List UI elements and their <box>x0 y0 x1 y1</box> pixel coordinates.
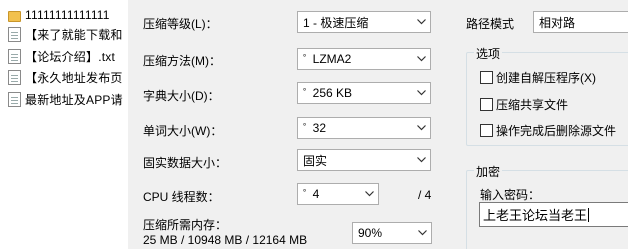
password-input[interactable]: 上老王论坛当老王 <box>479 202 628 227</box>
compression-dialog: 压缩等级(L)： 1 - 极速压缩 压缩方法(M)： LZMA2 字典大小(D)… <box>128 0 628 249</box>
file-name: 【永久地址发布页 <box>25 70 123 85</box>
file-name: 最新地址及APP请 <box>25 92 123 107</box>
compression-level-value: 1 - 极速压缩 <box>303 15 369 30</box>
chevron-down-icon <box>412 12 430 32</box>
solid-block-size-label: 固实数据大小： <box>143 156 228 170</box>
chevron-down-icon <box>412 83 430 103</box>
cpu-threads-select[interactable]: 4 <box>297 183 379 205</box>
memory-usage-values: 25 MB / 10948 MB / 12164 MB <box>143 233 308 247</box>
options-group-title: 选项 <box>474 45 503 62</box>
file-item-4[interactable]: 最新地址及APP请 <box>8 90 130 108</box>
chevron-down-icon <box>413 223 431 243</box>
document-icon <box>8 69 21 85</box>
document-icon <box>8 26 21 42</box>
delete-after-checkbox-label: 操作完成后删除源文件 <box>496 124 617 138</box>
file-name: 【来了就能下载和 <box>25 27 123 42</box>
document-icon <box>8 48 21 64</box>
file-list: 11111111111111 【来了就能下载和 【论坛介绍】.txt 【永久地址… <box>0 0 128 249</box>
memory-usage-percent-select[interactable]: 90% <box>352 222 432 244</box>
compression-method-select[interactable]: LZMA2 <box>297 48 431 70</box>
compression-level-label: 压缩等级(L)： <box>143 17 218 31</box>
password-label: 输入密码： <box>480 188 541 202</box>
solid-block-size-select[interactable]: 固实 <box>297 149 431 171</box>
chevron-down-icon <box>412 49 430 69</box>
memory-usage-percent-value: 90% <box>358 226 383 240</box>
path-mode-select[interactable]: 相对路 <box>533 11 628 33</box>
text-caret <box>588 207 590 222</box>
sfx-checkbox-label: 创建自解压程序(X) <box>496 71 596 85</box>
file-item-3[interactable]: 【永久地址发布页 <box>8 68 130 86</box>
encryption-group-title: 加密 <box>474 163 503 180</box>
compression-method-value: LZMA2 <box>303 52 412 66</box>
cpu-threads-value: 4 <box>303 187 360 201</box>
shared-files-checkbox-row[interactable]: 压缩共享文件 <box>480 96 568 113</box>
chevron-down-icon <box>412 118 430 138</box>
dictionary-size-label: 字典大小(D)： <box>143 89 220 103</box>
file-item-1[interactable]: 【来了就能下载和 <box>8 25 130 43</box>
delete-after-checkbox-row[interactable]: 操作完成后删除源文件 <box>480 122 616 139</box>
folder-icon <box>8 10 21 22</box>
chevron-down-icon <box>360 184 378 204</box>
word-size-select[interactable]: 32 <box>297 117 431 139</box>
cpu-threads-label: CPU 线程数： <box>143 190 220 204</box>
chevron-down-icon <box>412 150 430 170</box>
word-size-value: 32 <box>303 121 412 135</box>
shared-files-checkbox[interactable] <box>480 98 493 111</box>
word-size-label: 单词大小(W)： <box>143 124 223 138</box>
file-name: 11111111111111 <box>25 8 110 22</box>
file-name: 【论坛介绍】.txt <box>25 49 116 64</box>
sfx-checkbox-row[interactable]: 创建自解压程序(X) <box>480 69 596 86</box>
compression-level-select[interactable]: 1 - 极速压缩 <box>297 11 431 33</box>
dictionary-size-select[interactable]: 256 KB <box>297 82 431 104</box>
shared-files-checkbox-label: 压缩共享文件 <box>496 98 569 112</box>
dictionary-size-value: 256 KB <box>303 86 412 100</box>
path-mode-label: 路径模式 <box>466 17 515 31</box>
compression-method-label: 压缩方法(M)： <box>143 54 221 68</box>
file-item-0[interactable]: 11111111111111 <box>8 6 130 24</box>
file-item-2[interactable]: 【论坛介绍】.txt <box>8 47 130 65</box>
path-mode-value: 相对路 <box>539 15 576 30</box>
document-icon <box>8 91 21 107</box>
memory-usage-label: 压缩所需内存： <box>143 218 228 232</box>
cpu-threads-total: / 4 <box>418 188 432 202</box>
sfx-checkbox[interactable] <box>480 71 493 84</box>
password-value: 上老王论坛当老王 <box>483 208 588 223</box>
solid-block-size-value: 固实 <box>303 153 328 168</box>
delete-after-checkbox[interactable] <box>480 124 493 137</box>
